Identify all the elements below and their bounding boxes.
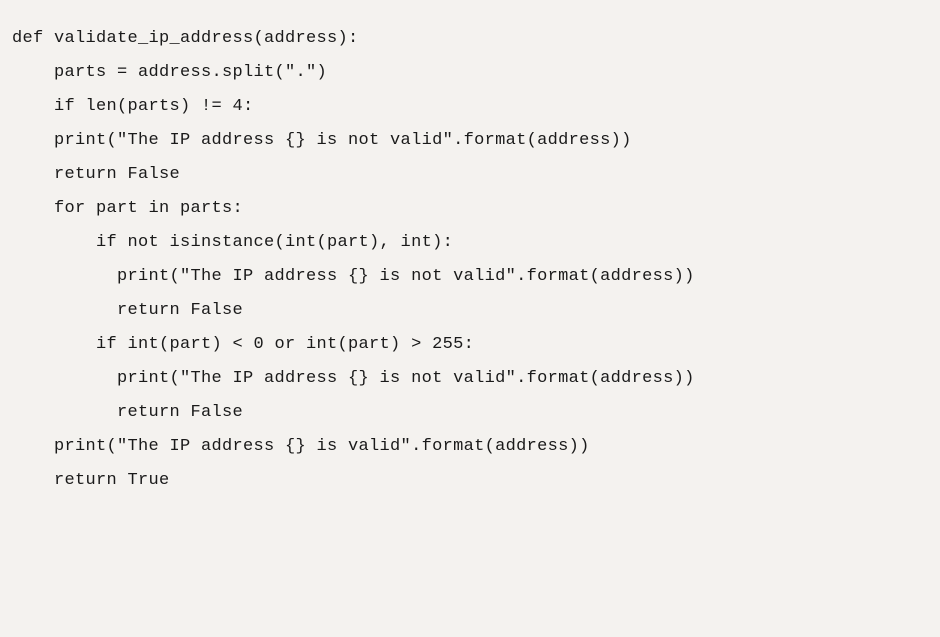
code-block: def validate_ip_address(address): parts … — [0, 22, 940, 498]
code-line: print("The IP address {} is not valid".f… — [0, 362, 940, 396]
code-line: if not isinstance(int(part), int): — [0, 226, 940, 260]
code-line: if int(part) < 0 or int(part) > 255: — [0, 328, 940, 362]
code-line: parts = address.split(".") — [0, 56, 940, 90]
code-line: print("The IP address {} is not valid".f… — [0, 124, 940, 158]
code-line: print("The IP address {} is not valid".f… — [0, 260, 940, 294]
code-line: print("The IP address {} is valid".forma… — [0, 430, 940, 464]
code-line: return False — [0, 294, 940, 328]
code-line: return True — [0, 464, 940, 498]
code-line: for part in parts: — [0, 192, 940, 226]
code-line: return False — [0, 158, 940, 192]
code-line: def validate_ip_address(address): — [0, 22, 940, 56]
code-line: if len(parts) != 4: — [0, 90, 940, 124]
code-line: return False — [0, 396, 940, 430]
